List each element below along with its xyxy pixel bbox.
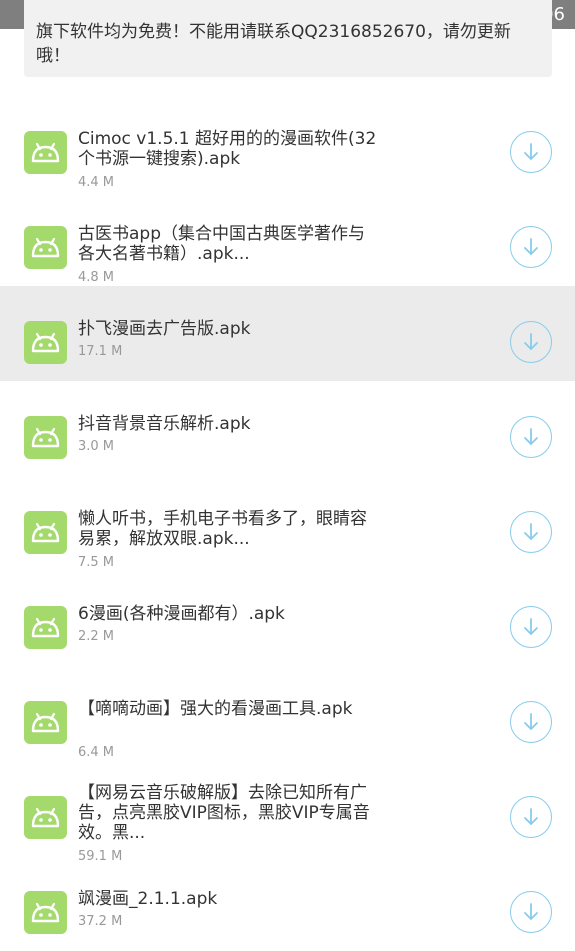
download-arrow-icon (524, 523, 538, 540)
download-arrow-icon (524, 238, 538, 255)
download-arrow-icon (524, 713, 538, 730)
download-button[interactable] (510, 321, 552, 363)
file-name: 【嘀嘀动画】强大的看漫画工具.apk (78, 699, 353, 719)
file-name: 懒人听书，手机电子书看多了，眼睛容易累，解放双眼.apk... (78, 509, 367, 549)
file-list: Cimoc v1.5.1 超好用的的漫画软件(32个书源一键搜索).apk 4.… (0, 96, 575, 951)
file-size: 2.2 M (78, 629, 115, 644)
android-icon (24, 796, 67, 839)
file-name: 古医书app（集合中国古典医学著作与各大名著书籍）.apk... (78, 224, 365, 264)
download-button[interactable] (510, 416, 552, 458)
android-icon (24, 321, 67, 364)
file-name: 飒漫画_2.1.1.apk (78, 889, 218, 909)
file-item[interactable]: Cimoc v1.5.1 超好用的的漫画软件(32个书源一键搜索).apk 4.… (0, 96, 575, 191)
file-item[interactable]: 抖音背景音乐解析.apk 3.0 M (0, 381, 575, 476)
notice-banner: 旗下软件均为免费！不能用请联系QQ2316852670，请勿更新哦！ (24, 0, 552, 77)
download-arrow-icon (524, 428, 538, 445)
android-icon (24, 701, 67, 744)
android-icon (24, 606, 67, 649)
download-button[interactable] (510, 891, 552, 933)
android-icon (24, 891, 67, 934)
android-icon (24, 131, 67, 174)
download-button[interactable] (510, 606, 552, 648)
download-arrow-icon (524, 618, 538, 635)
file-item[interactable]: 【嘀嘀动画】强大的看漫画工具.apk 6.4 M (0, 666, 575, 761)
download-button[interactable] (510, 796, 552, 838)
file-size: 4.8 M (78, 270, 115, 285)
file-item[interactable]: 扑飞漫画去广告版.apk 17.1 M (0, 286, 575, 381)
download-button[interactable] (510, 701, 552, 743)
file-size: 37.2 M (78, 914, 123, 929)
android-icon (24, 416, 67, 459)
file-name: Cimoc v1.5.1 超好用的的漫画软件(32个书源一键搜索).apk (78, 129, 377, 169)
android-icon (24, 226, 67, 269)
download-arrow-icon (524, 333, 538, 350)
android-icon (24, 511, 67, 554)
notice-text: 旗下软件均为免费！不能用请联系QQ2316852670，请勿更新哦！ (36, 22, 511, 66)
download-button[interactable] (510, 131, 552, 173)
download-button[interactable] (510, 511, 552, 553)
file-name: 扑飞漫画去广告版.apk (78, 319, 251, 339)
file-name: 6漫画(各种漫画都有）.apk (78, 604, 285, 624)
download-arrow-icon (524, 143, 538, 160)
file-size: 6.4 M (78, 745, 115, 760)
file-item[interactable]: 【网易云音乐破解版】去除已知所有广告，点亮黑胶VIP图标，黑胶VIP专属音效。黑… (0, 761, 575, 864)
download-arrow-icon (524, 808, 538, 825)
download-arrow-icon (524, 903, 538, 920)
file-size: 3.0 M (78, 439, 115, 454)
file-item[interactable]: 懒人听书，手机电子书看多了，眼睛容易累，解放双眼.apk... 7.5 M (0, 476, 575, 571)
file-size: 4.4 M (78, 175, 115, 190)
file-size: 17.1 M (78, 344, 123, 359)
download-button[interactable] (510, 226, 552, 268)
file-item[interactable]: 飒漫画_2.1.1.apk 37.2 M (0, 856, 575, 951)
file-name: 抖音背景音乐解析.apk (78, 414, 251, 434)
file-item[interactable]: 古医书app（集合中国古典医学著作与各大名著书籍）.apk... 4.8 M (0, 191, 575, 286)
file-size: 7.5 M (78, 555, 115, 570)
file-name: 【网易云音乐破解版】去除已知所有广告，点亮黑胶VIP图标，黑胶VIP专属音效。黑… (78, 783, 370, 843)
file-item[interactable]: 6漫画(各种漫画都有）.apk 2.2 M (0, 571, 575, 666)
